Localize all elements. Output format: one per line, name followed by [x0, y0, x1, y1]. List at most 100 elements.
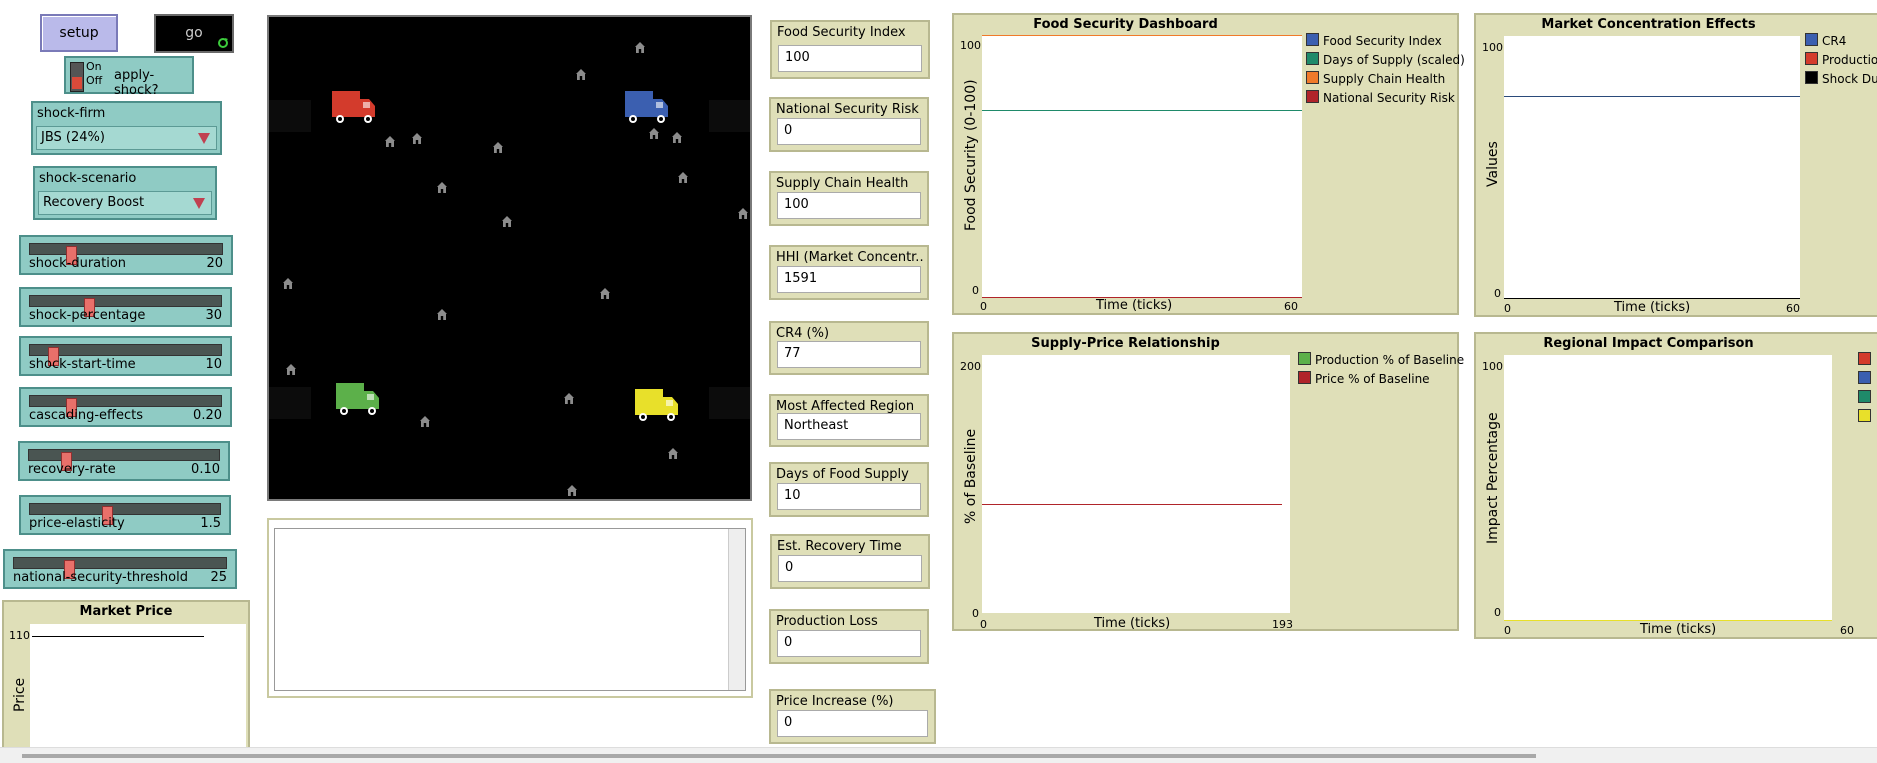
slider-track[interactable] [29, 344, 222, 366]
x-min-tick: 0 [1504, 624, 1511, 637]
legend-swatch [1298, 352, 1311, 365]
house-icon [493, 142, 503, 153]
y-max-tick: 200 [960, 360, 981, 373]
price-elasticity-slider[interactable]: price-elasticity 1.5 [19, 495, 231, 535]
truck-icon-green[interactable] [336, 383, 379, 415]
legend-swatch [1858, 352, 1871, 365]
plot-title: Regional Impact Comparison [1543, 336, 1754, 351]
price-increase-monitor: Price Increase (%) 0 [769, 689, 936, 744]
switch-off-label: Off [86, 74, 103, 87]
plot-legend: Production % of Baseline Price % of Base… [1298, 352, 1464, 390]
y-min-tick: 0 [1494, 287, 1501, 300]
chooser-label: shock-scenario [39, 171, 137, 186]
legend-item [1858, 390, 1875, 409]
baseline-line [1504, 298, 1800, 299]
shadow-patch [269, 100, 311, 132]
switch-on-label: On [86, 60, 102, 73]
house-icon [738, 208, 748, 219]
slider-track[interactable] [13, 557, 227, 579]
shock-firm-chooser[interactable]: shock-firm JBS (24%) [31, 101, 222, 155]
switch-track[interactable] [70, 62, 84, 92]
chooser-value[interactable]: JBS (24%) [36, 126, 217, 150]
food-security-dashboard-plot: Food Security Dashboard 100 0 0 60 Time … [952, 13, 1465, 315]
shock-start-time-slider[interactable]: shock-start-time 10 [19, 336, 232, 376]
go-button[interactable]: go [154, 14, 234, 53]
shadow-patch [709, 387, 750, 419]
monitor-value: 10 [777, 483, 921, 510]
legend-swatch [1805, 71, 1818, 84]
food-security-index-monitor: Food Security Index 100 [770, 20, 930, 79]
monitor-value: 77 [777, 341, 921, 368]
truck-icon-red[interactable] [332, 91, 375, 123]
shadow-patch [709, 100, 750, 132]
y-axis-label: Values [1485, 141, 1501, 187]
x-min-tick: 0 [980, 300, 987, 313]
y-axis-label: Price [12, 677, 28, 712]
slider-track[interactable] [28, 449, 220, 471]
market-price-plot: Market Price 110 Price [2, 600, 250, 754]
scrollbar-thumb[interactable] [22, 754, 1536, 758]
setup-button[interactable]: setup [40, 14, 118, 52]
legend-label: National Security Risk [1323, 91, 1455, 105]
legend-label: Production % of Baseline [1315, 353, 1465, 367]
plot-area [1504, 355, 1832, 621]
legend-item: Days of Supply (scaled) [1306, 52, 1465, 71]
horizontal-scrollbar[interactable] [0, 747, 1877, 763]
legend-swatch [1858, 390, 1871, 403]
slider-track[interactable] [29, 503, 221, 525]
x-min-tick: 0 [980, 618, 987, 631]
house-icon [283, 278, 293, 289]
monitor-label: Days of Food Supply [776, 467, 909, 482]
output-area[interactable] [267, 518, 753, 698]
legend-label: Shock Du [1822, 72, 1877, 86]
slider-track[interactable] [29, 243, 223, 265]
x-axis-label: Time (ticks) [1094, 616, 1171, 631]
truck-icon-yellow[interactable] [635, 389, 678, 421]
slider-label: price-elasticity [29, 516, 125, 531]
legend-item: Productio [1805, 52, 1877, 71]
slider-track[interactable] [29, 295, 222, 317]
legend-item: CR4 [1805, 33, 1877, 52]
plot-area [1504, 36, 1800, 299]
truck-icon-blue[interactable] [625, 91, 668, 123]
x-max-tick: 193 [1272, 618, 1293, 631]
slider-label: cascading-effects [29, 408, 144, 423]
slider-value: 10 [205, 357, 222, 372]
legend-swatch [1306, 71, 1319, 84]
shadow-patch [269, 387, 311, 419]
y-axis-label: % of Baseline [963, 428, 979, 524]
output-scrollbar[interactable] [728, 529, 745, 690]
y-axis-label: Impact Percentage [1485, 412, 1501, 544]
slider-value: 25 [210, 570, 227, 585]
legend-swatch [1858, 371, 1871, 384]
slider-track[interactable] [29, 395, 222, 417]
chooser-value[interactable]: Recovery Boost [38, 191, 212, 215]
legend-swatch [1298, 371, 1311, 384]
output-text[interactable] [274, 528, 746, 691]
national-security-threshold-slider[interactable]: national-security-threshold 25 [3, 549, 237, 589]
cascading-effects-slider[interactable]: cascading-effects 0.20 [19, 387, 232, 427]
switch-label: apply-shock? [114, 68, 159, 98]
shock-percentage-slider[interactable]: shock-percentage 30 [19, 287, 232, 327]
national-security-risk-monitor: National Security Risk 0 [769, 97, 929, 152]
dropdown-arrow-icon[interactable] [198, 133, 210, 144]
legend-label: Days of Supply (scaled) [1323, 53, 1465, 67]
y-min-tick: 0 [1494, 606, 1501, 619]
monitor-label: Most Affected Region [776, 399, 915, 414]
x-max-tick: 60 [1786, 302, 1800, 315]
apply-shock-switch[interactable]: On Off apply-shock? [64, 56, 194, 98]
switch-knob[interactable] [72, 77, 82, 89]
dropdown-arrow-icon[interactable] [193, 198, 205, 209]
slider-label: shock-start-time [29, 357, 136, 372]
legend-swatch [1306, 33, 1319, 46]
legend-item: National Security Risk [1306, 90, 1465, 109]
monitor-value: 0 [778, 555, 922, 582]
shock-duration-slider[interactable]: shock-duration 20 [19, 235, 233, 275]
recovery-rate-slider[interactable]: recovery-rate 0.10 [18, 441, 230, 481]
slider-label: shock-duration [29, 256, 127, 271]
house-icon [564, 393, 574, 404]
shock-scenario-chooser[interactable]: shock-scenario Recovery Boost [33, 166, 217, 220]
slider-value: 30 [205, 308, 222, 323]
switch-state-labels: On Off [86, 60, 102, 88]
world-view[interactable] [267, 15, 752, 501]
